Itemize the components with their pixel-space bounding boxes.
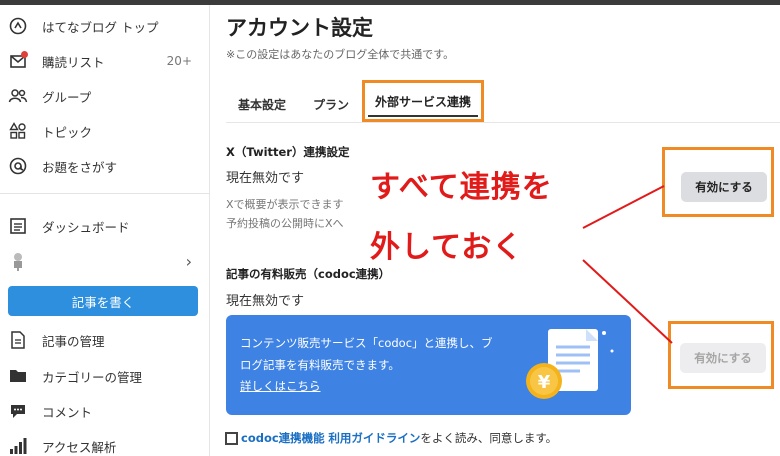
twitter-section-title: X（Twitter）連携設定 (226, 145, 350, 159)
twitter-description-line1: Xで概要が表示できます (226, 198, 344, 211)
promo-text-line2: ログ記事を有料販売できます。 (240, 358, 400, 372)
sidebar-item-odai[interactable]: お題をさがす (0, 149, 210, 183)
promo-details-link[interactable]: 詳しくはこちら (240, 378, 321, 394)
tab-divider (226, 122, 780, 123)
active-tab-indicator (368, 115, 478, 117)
annotation-text-line1: すべて連携を (370, 170, 553, 205)
document-icon (8, 330, 28, 350)
annotation-text-line2: 外しておく (370, 230, 524, 265)
codoc-promo-banner: コンテンツ販売サービス「codoc」と連携し、ブ ログ記事を有料販売できます。 … (226, 315, 631, 415)
agree-checkbox[interactable] (225, 431, 238, 445)
sidebar-item-comments[interactable]: コメント (0, 394, 210, 428)
sidebar-item-analytics[interactable]: アクセス解析 (0, 429, 210, 456)
dashboard-icon (8, 216, 28, 236)
twitter-status: 現在無効です (226, 171, 305, 186)
sidebar-item-label: お題をさがす (42, 159, 118, 175)
codoc-section-title: 記事の有料販売（codoc連携） (226, 267, 391, 281)
page-title: アカウント設定 (226, 16, 373, 40)
chevron-right-icon: › (185, 251, 192, 271)
sidebar-item-topic[interactable]: トピック (0, 114, 210, 148)
topic-icon (8, 121, 28, 141)
tab-external-services-label: 外部サービス連携 (374, 94, 471, 109)
sidebar: はてなブログ トップ 購読リスト 20+ グループ トピック お題をさがす ダッ… (0, 5, 210, 456)
folder-icon (8, 366, 28, 386)
blog-avatar-icon (8, 251, 28, 271)
sidebar-item-articles[interactable]: 記事の管理 (0, 323, 210, 357)
annotation-arrow-line-upper (582, 185, 665, 229)
codoc-enable-button[interactable]: 有効にする (680, 343, 766, 373)
sidebar-item-reading-list[interactable]: 購読リスト 20+ (0, 44, 210, 78)
agreement-text: をよく読み、同意します。 (420, 431, 558, 445)
sidebar-item-label: ダッシュボード (42, 219, 130, 235)
promo-text-line1: コンテンツ販売サービス「codoc」と連携し、ブ (240, 336, 493, 350)
odai-icon (8, 156, 28, 176)
svg-text:¥: ¥ (538, 372, 551, 393)
twitter-enable-button[interactable]: 有効にする (681, 172, 767, 202)
agreement-row: codoc連携機能 利用ガイドライン をよく読み、同意します。 (225, 430, 557, 446)
write-article-button[interactable]: 記事を書く (8, 286, 198, 316)
sidebar-item-dashboard[interactable]: ダッシュボード (0, 209, 210, 243)
notification-dot (21, 51, 28, 58)
sidebar-item-hatena-top[interactable]: はてなブログ トップ (0, 9, 210, 43)
tab-basic-settings[interactable]: 基本設定 (238, 96, 286, 113)
sidebar-item-label: カテゴリーの管理 (42, 369, 143, 385)
sidebar-divider (0, 193, 210, 194)
hatena-icon (8, 16, 28, 36)
codoc-status: 現在無効です (226, 294, 305, 309)
guideline-link[interactable]: 利用ガイドライン (328, 430, 420, 446)
sidebar-item-label: 記事の管理 (42, 333, 105, 349)
reading-list-icon (8, 51, 28, 71)
sidebar-item-label: はてなブログ トップ (42, 19, 159, 35)
sidebar-item-label: アクセス解析 (42, 439, 117, 455)
sidebar-item-categories[interactable]: カテゴリーの管理 (0, 359, 210, 393)
sidebar-item-label: 購読リスト (42, 54, 105, 70)
sidebar-item-label: トピック (42, 124, 93, 140)
comment-icon (8, 401, 28, 421)
analytics-icon (8, 436, 28, 456)
page-note: ※この設定はあなたのブログ全体で共通です。 (226, 48, 455, 61)
group-icon (8, 86, 28, 106)
codoc-feature-link[interactable]: codoc連携機能 (241, 430, 325, 446)
sidebar-item-group[interactable]: グループ (0, 79, 210, 113)
codoc-illustration-icon: ¥ (526, 329, 614, 399)
reading-list-count: 20+ (166, 54, 192, 68)
sidebar-item-label: グループ (42, 89, 92, 105)
sidebar-item-label: コメント (42, 404, 93, 420)
blog-selector[interactable]: › (0, 244, 210, 278)
twitter-description-line2: 予約投稿の公開時にXへ (226, 217, 344, 230)
tab-plan[interactable]: プラン (313, 96, 349, 113)
